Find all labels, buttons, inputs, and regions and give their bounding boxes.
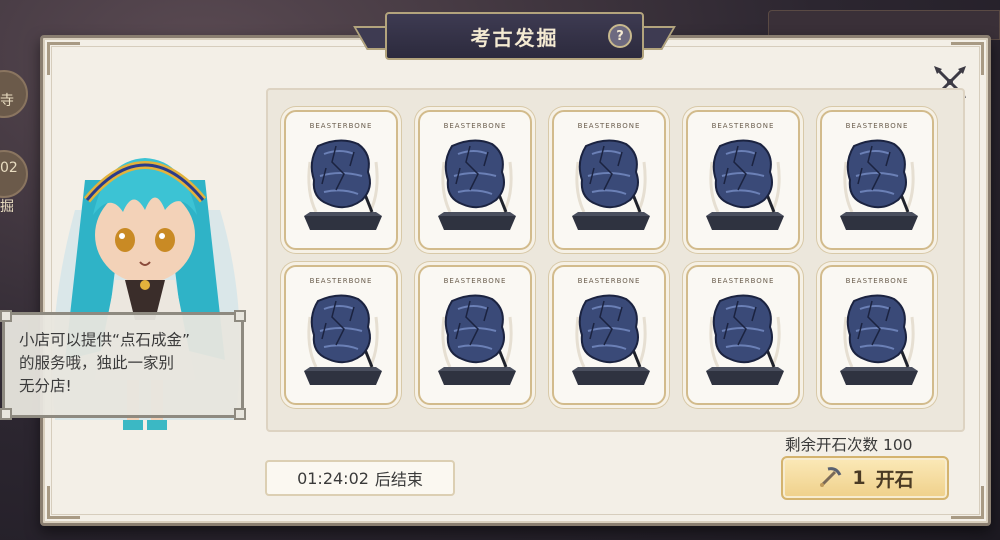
dialog-corner-ornament bbox=[234, 310, 246, 322]
dialog-corner-ornament bbox=[0, 310, 12, 322]
open-stone-button[interactable]: 1 开石 bbox=[781, 456, 949, 500]
card-header-text: BEASTERBONE bbox=[309, 122, 373, 130]
ore-card-9[interactable]: BEASTERBONE bbox=[686, 265, 800, 405]
card-header-text: BEASTERBONE bbox=[577, 277, 641, 285]
card-header-text: BEASTERBONE bbox=[577, 122, 641, 130]
ore-card-2[interactable]: BEASTERBONE bbox=[418, 110, 532, 250]
panel-corner-ornament bbox=[47, 486, 80, 519]
ore-stone-icon bbox=[304, 139, 382, 230]
card-header-text: BEASTERBONE bbox=[845, 122, 909, 130]
ore-stone-icon bbox=[706, 294, 784, 385]
ore-stone-icon bbox=[438, 294, 516, 385]
ore-card-6[interactable]: BEASTERBONE bbox=[284, 265, 398, 405]
dialog-line: 无分店! bbox=[19, 377, 72, 395]
ore-card-1[interactable]: BEASTERBONE bbox=[284, 110, 398, 250]
ore-card-3[interactable]: BEASTERBONE bbox=[552, 110, 666, 250]
card-header-text: BEASTERBONE bbox=[443, 277, 507, 285]
pickaxe-icon bbox=[820, 467, 842, 488]
remaining-count: 100 bbox=[882, 436, 913, 454]
open-stone-label: 开石 bbox=[875, 468, 914, 491]
card-header-text: BEASTERBONE bbox=[443, 122, 507, 130]
remaining-label: 剩余开石次数 bbox=[785, 436, 879, 454]
panel-corner-ornament bbox=[47, 42, 80, 75]
help-icon: ? bbox=[616, 28, 624, 44]
help-button[interactable]: ? bbox=[608, 24, 632, 48]
title-banner: 考古发掘 ? bbox=[385, 12, 644, 60]
remaining-opens: 剩余开石次数 100 bbox=[785, 433, 913, 455]
ore-card-4[interactable]: BEASTERBONE bbox=[686, 110, 800, 250]
dialog-line: 的服务哦，独此一家别 bbox=[19, 354, 175, 372]
timer-suffix: 后结束 bbox=[374, 470, 423, 489]
timer-value: 01:24:02 bbox=[297, 468, 369, 488]
ore-stone-icon bbox=[572, 139, 650, 230]
panel-corner-ornament bbox=[951, 486, 984, 519]
ore-card-10[interactable]: BEASTERBONE bbox=[820, 265, 934, 405]
panel-title: 考古发掘 bbox=[470, 25, 559, 50]
ore-stone-icon bbox=[438, 139, 516, 230]
ore-grid: BEASTERBONE BEASTERBONE BEASTERBONE BEASTER… bbox=[266, 88, 965, 432]
ore-stone-icon bbox=[706, 139, 784, 230]
dialog-corner-ornament bbox=[0, 408, 12, 420]
ore-card-8[interactable]: BEASTERBONE bbox=[552, 265, 666, 405]
npc-dialog-box: 小店可以提供“点石成金” 的服务哦，独此一家别 无分店! bbox=[0, 310, 246, 420]
dialog-line: 小店可以提供“点石成金” bbox=[19, 331, 191, 349]
ore-stone-icon bbox=[572, 294, 650, 385]
ore-stone-icon bbox=[840, 294, 918, 385]
card-header-text: BEASTERBONE bbox=[309, 277, 373, 285]
background-left-text-2: 02 bbox=[0, 160, 18, 176]
open-stone-cost: 1 bbox=[852, 467, 866, 489]
card-header-text: BEASTERBONE bbox=[711, 122, 775, 130]
ore-card-7[interactable]: BEASTERBONE bbox=[418, 265, 532, 405]
card-header-text: BEASTERBONE bbox=[711, 277, 775, 285]
event-timer: 01:24:02 后结束 bbox=[265, 460, 455, 496]
background-left-text-3: 掘 bbox=[0, 199, 14, 215]
ore-stone-icon bbox=[304, 294, 382, 385]
dialog-corner-ornament bbox=[234, 408, 246, 420]
ore-card-5[interactable]: BEASTERBONE bbox=[820, 110, 934, 250]
background-left-text-1: 寺 bbox=[0, 93, 14, 109]
ore-stone-icon bbox=[840, 139, 918, 230]
card-header-text: BEASTERBONE bbox=[845, 277, 909, 285]
